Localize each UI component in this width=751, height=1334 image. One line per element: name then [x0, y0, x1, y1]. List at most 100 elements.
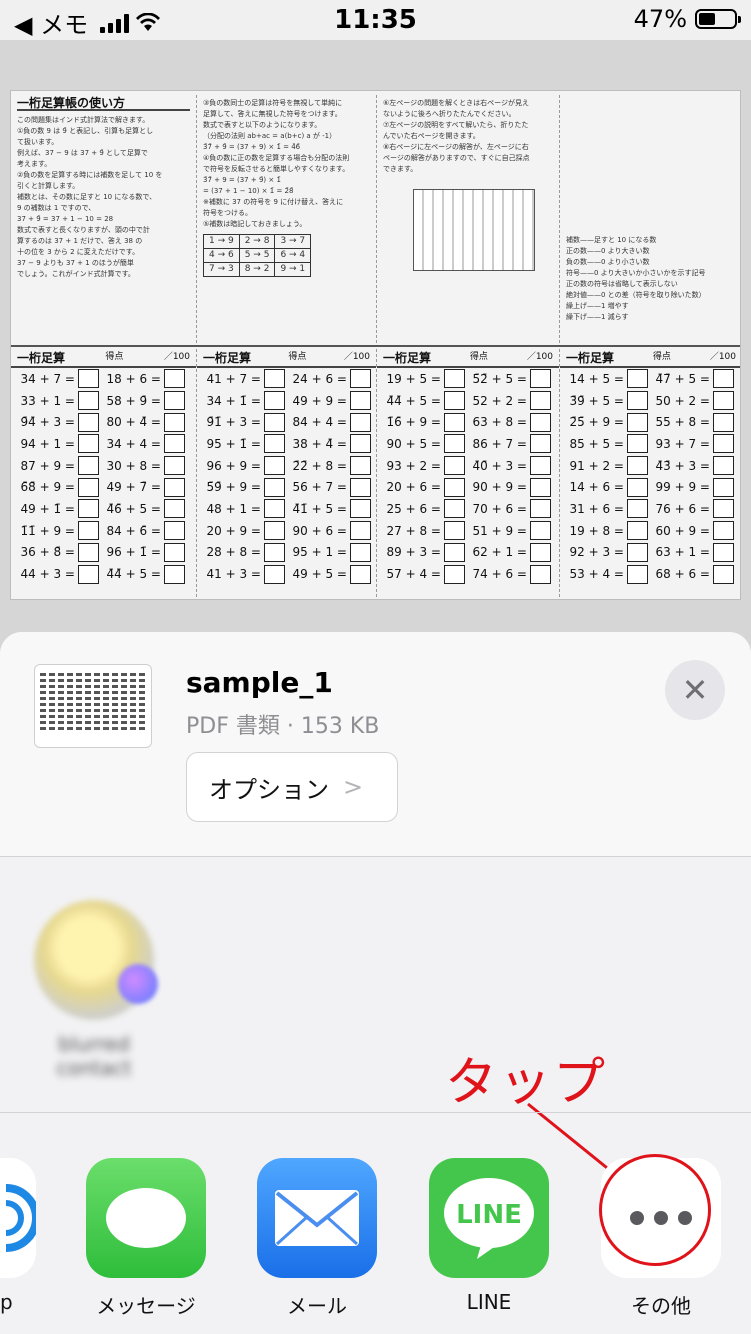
pdf-divider	[11, 345, 740, 347]
problem-row: 2̄5̄ + 9 = 55 + 8 =	[560, 411, 740, 433]
problem-row: 41 + 3 = 49 + 5 =	[197, 563, 376, 585]
answer-box	[350, 564, 371, 584]
partial-app-label[interactable]: p	[0, 1290, 13, 1314]
problem: 96 + 1̄ =	[103, 542, 189, 562]
problem-row: 25 + 6 = 70 + 6 =	[377, 498, 559, 520]
answer-box	[444, 391, 465, 411]
worksheet-title: 一桁足算	[566, 351, 615, 365]
problem: 63 + 1 =	[652, 542, 738, 562]
problem: 95 + 1 =	[289, 542, 375, 562]
answer-box	[264, 456, 285, 476]
pdf-text: ③負の数同士の足算は符号を無視して単純に 足算して、答えに無視した符号をつけます。…	[203, 98, 370, 230]
battery-icon	[695, 9, 741, 29]
close-button[interactable]: ✕	[665, 660, 725, 720]
worksheet-max: ／100	[526, 352, 553, 362]
problem: 2̄2̄ + 8 =	[289, 456, 375, 476]
pdf-line: ③負の数同士の足算は符号を無視して単純に	[203, 99, 343, 107]
answer-box	[350, 391, 371, 411]
pdf-line: = (37 + 1 − 10) × 1̄ = 2̄8̄	[203, 187, 294, 195]
app-label[interactable]: LINE	[429, 1290, 549, 1314]
pdf-line: 繰上げ——1 増やす	[566, 302, 629, 310]
answer-box	[164, 477, 185, 497]
pdf-line: ⑥左ページの問題を解くときは右ページが見え	[383, 99, 529, 107]
contact-name[interactable]: blurred contact	[34, 1032, 154, 1080]
problem-text: 4̄6̄ + 5 =	[106, 501, 161, 516]
problem-row: 1̄6̄ + 9 = 63 + 8 =	[377, 411, 559, 433]
worksheet-title: 一桁足算	[383, 351, 432, 365]
pdf-line: 正の数の符号は省略して表示しない	[566, 280, 678, 288]
pdf-line: 絶対値——0 との差（符号を取り除いた数）	[566, 291, 706, 299]
problem-text: 4̄4̄ + 5 =	[106, 567, 161, 582]
more-icon[interactable]	[599, 1154, 721, 1278]
mail-icon[interactable]	[257, 1158, 377, 1278]
answer-box	[350, 434, 371, 454]
table-cell: 7 → 3	[203, 262, 240, 277]
pdf-text: 補数——足すと 10 になる数 正の数——0 より大きい数 負の数——0 より小さい…	[566, 235, 736, 323]
table-cell: 9 → 1	[274, 262, 312, 277]
worksheet-score: 得点	[105, 352, 124, 362]
worksheet-header: 一桁足算 得点 ／100	[560, 349, 740, 368]
line-icon[interactable]: LINE	[429, 1158, 549, 1278]
problem: 30 + 8 =	[103, 456, 189, 476]
app-messages[interactable]: メッセージ	[86, 1158, 206, 1319]
problem-row: 28 + 8 = 95 + 1 =	[197, 542, 376, 564]
problem-row: 44 + 3 = 4̄4̄ + 5 =	[11, 563, 196, 585]
problem-text: 99 + 9 =	[655, 480, 710, 495]
options-button[interactable]: オプション >	[186, 752, 398, 822]
problem: 20 + 9 =	[203, 521, 289, 541]
problem: 51 + 9 =	[469, 521, 555, 541]
line-logo-text: LINE	[456, 1200, 522, 1230]
options-label[interactable]: オプション	[209, 770, 329, 805]
problem: 93 + 2 =	[383, 456, 469, 476]
partial-app-icon[interactable]	[0, 1158, 36, 1278]
answer-box	[164, 391, 185, 411]
problem-text: 93 + 2 =	[386, 458, 441, 473]
app-line[interactable]: LINE LINE	[429, 1158, 549, 1314]
problem-row: 94 + 1 = 34 + 4 =	[11, 433, 196, 455]
app-label[interactable]: メール	[257, 1290, 377, 1319]
problem-text: 94 + 1 =	[20, 436, 75, 451]
problem: 57 + 4 =	[383, 564, 469, 584]
problem: 5̄9̄ + 9 =	[203, 477, 289, 497]
answer-box	[264, 369, 285, 389]
answer-box	[78, 434, 99, 454]
app-partial[interactable]	[0, 1158, 36, 1278]
problem-text: 95 + 1̄ =	[206, 436, 261, 451]
problem: 31 + 6 =	[566, 499, 652, 519]
problem-text: 2̄2̄ + 8 =	[292, 458, 347, 473]
worksheet-max: ／100	[163, 352, 190, 362]
answer-box	[530, 477, 551, 497]
pdf-line: 例えば、37 − 9 は 37 + 9̄ として足算で	[17, 149, 148, 157]
problem-text: 49 + 5 =	[292, 567, 347, 582]
pdf-line: 3̄7̄ + 9̄ = (37 + 9) × 1̄ = 4̄6̄	[203, 143, 301, 151]
pdf-text: ⑥左ページの問題を解くときは右ページが見え ないように後ろへ折りたたんでください。…	[383, 98, 553, 175]
problem: 9̄4̄ + 3 =	[17, 412, 103, 432]
problem: 55 + 8 =	[652, 412, 738, 432]
table-cell: 5 → 5	[238, 248, 276, 263]
app-label[interactable]: メッセージ	[86, 1290, 206, 1319]
answer-box	[530, 456, 551, 476]
problem-text: 84 + 6̄ =	[106, 523, 161, 538]
pdf-panel-instructions: 一桁足算帳の使い方 この問題集はインド式計算法で解きます。 ①負の数 9 は 9̄…	[11, 95, 197, 343]
answer-box	[264, 499, 285, 519]
pdf-line: 補数——足すと 10 になる数	[566, 236, 657, 244]
answer-box	[444, 412, 465, 432]
pdf-line: ①負の数 9 は 9̄ と表記し、引算も足算とし	[17, 127, 154, 135]
problem: 34 + 7 =	[17, 369, 103, 389]
pdf-line: でしょう。これがインド式計算です。	[17, 270, 135, 278]
answer-box	[350, 456, 371, 476]
close-icon[interactable]: ✕	[682, 671, 709, 709]
problem: 24 + 6 =	[289, 369, 375, 389]
problem: 49 + 5 =	[289, 564, 375, 584]
messages-icon[interactable]	[86, 1158, 206, 1278]
answer-box	[350, 542, 371, 562]
problem: 28 + 8 =	[203, 542, 289, 562]
app-mail[interactable]: メール	[257, 1158, 377, 1319]
problem-text: 30 + 8 =	[106, 458, 161, 473]
answer-box	[264, 391, 285, 411]
answer-box	[78, 477, 99, 497]
problem-text: 1̄1̄ + 9 =	[20, 523, 75, 538]
app-more[interactable]: その他	[599, 1154, 721, 1319]
answer-box	[78, 542, 99, 562]
app-label[interactable]: その他	[601, 1290, 721, 1319]
